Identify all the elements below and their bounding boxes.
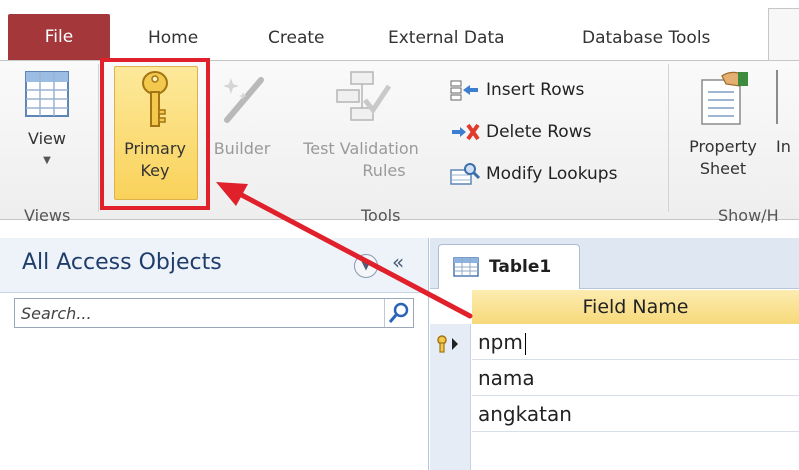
view-button[interactable]: View ▼ — [16, 70, 78, 172]
indexes-label-partial: In — [776, 137, 791, 156]
modify-lookups-label: Modify Lookups — [486, 164, 618, 184]
tab-create[interactable]: Create — [268, 16, 325, 60]
collapse-pane-icon[interactable]: « — [392, 250, 404, 274]
builder-button[interactable]: Builder — [206, 70, 278, 160]
table-icon — [453, 257, 479, 277]
search-button[interactable] — [384, 299, 413, 327]
field-name-cell[interactable]: nama — [478, 366, 535, 390]
search-input[interactable] — [19, 301, 383, 325]
tab-table1[interactable]: Table1 — [438, 244, 580, 289]
document-tab-strip: Table1 — [430, 238, 799, 289]
tab-table1-label: Table1 — [489, 257, 552, 277]
navigation-search-box — [14, 298, 414, 328]
column-header-field-name[interactable]: Field Name — [472, 290, 799, 325]
group-label-show-hide: Show/H — [718, 206, 779, 225]
insert-rows-label: Insert Rows — [486, 80, 585, 100]
navigation-pane-title: All Access Objects — [22, 250, 222, 275]
search-icon — [388, 302, 409, 323]
property-sheet-button[interactable]: Property Sheet — [680, 70, 766, 180]
table-row[interactable]: npm — [472, 324, 799, 360]
insert-rows-button[interactable]: Insert Rows — [450, 76, 584, 104]
navigation-pane: All Access Objects ▼ « — [0, 238, 429, 470]
validation-icon — [336, 71, 392, 121]
highlight-annotation-box — [100, 58, 210, 210]
field-name-cell[interactable]: npm — [478, 330, 523, 354]
table-row[interactable]: nama — [472, 360, 799, 396]
test-validation-rules-button[interactable]: Test Validation Rules — [286, 70, 436, 182]
builder-wand-icon — [223, 77, 264, 123]
datasheet-view-icon — [25, 71, 69, 117]
field-name-cell[interactable]: angkatan — [478, 402, 572, 426]
ribbon-tab-bar: File Home Create External Data Database … — [0, 0, 799, 67]
tab-file[interactable]: File — [8, 14, 110, 60]
indexes-button-partial[interactable]: In — [776, 70, 799, 158]
tab-home[interactable]: Home — [148, 16, 198, 60]
chevron-down-icon: ▼ — [43, 155, 51, 166]
delete-rows-icon — [452, 123, 480, 141]
property-sheet-label-line2: Sheet — [699, 159, 747, 178]
tab-external-data[interactable]: External Data — [388, 16, 505, 60]
indexes-icon — [776, 70, 796, 124]
group-label-tools: Tools — [361, 206, 401, 225]
test-validation-label-line1: Test Validation — [303, 139, 419, 158]
primary-key-marker-icon — [436, 334, 464, 358]
group-separator — [98, 64, 99, 212]
modify-lookups-button[interactable]: Modify Lookups — [450, 160, 617, 188]
tab-design-partial[interactable] — [768, 8, 799, 67]
text-cursor — [524, 332, 526, 355]
property-sheet-label-line1: Property — [689, 137, 757, 156]
view-label: View — [28, 129, 66, 148]
tab-database-tools[interactable]: Database Tools — [582, 16, 710, 60]
delete-rows-button[interactable]: Delete Rows — [450, 118, 591, 146]
insert-rows-icon — [450, 80, 478, 101]
table-row[interactable]: angkatan — [472, 396, 799, 432]
lookup-icon — [450, 163, 480, 185]
document-area: Table1 Field Name npm nama angkatan — [430, 238, 799, 470]
delete-rows-label: Delete Rows — [486, 122, 592, 142]
test-validation-label-line2: Rules — [362, 161, 406, 180]
group-separator — [668, 64, 669, 212]
navigation-pane-header[interactable]: All Access Objects ▼ « — [0, 238, 428, 293]
access-window: File Home Create External Data Database … — [0, 0, 799, 470]
builder-label: Builder — [213, 139, 271, 158]
chevron-down-icon[interactable]: ▼ — [354, 254, 378, 278]
group-label-views: Views — [24, 206, 71, 225]
property-sheet-icon — [701, 71, 748, 125]
